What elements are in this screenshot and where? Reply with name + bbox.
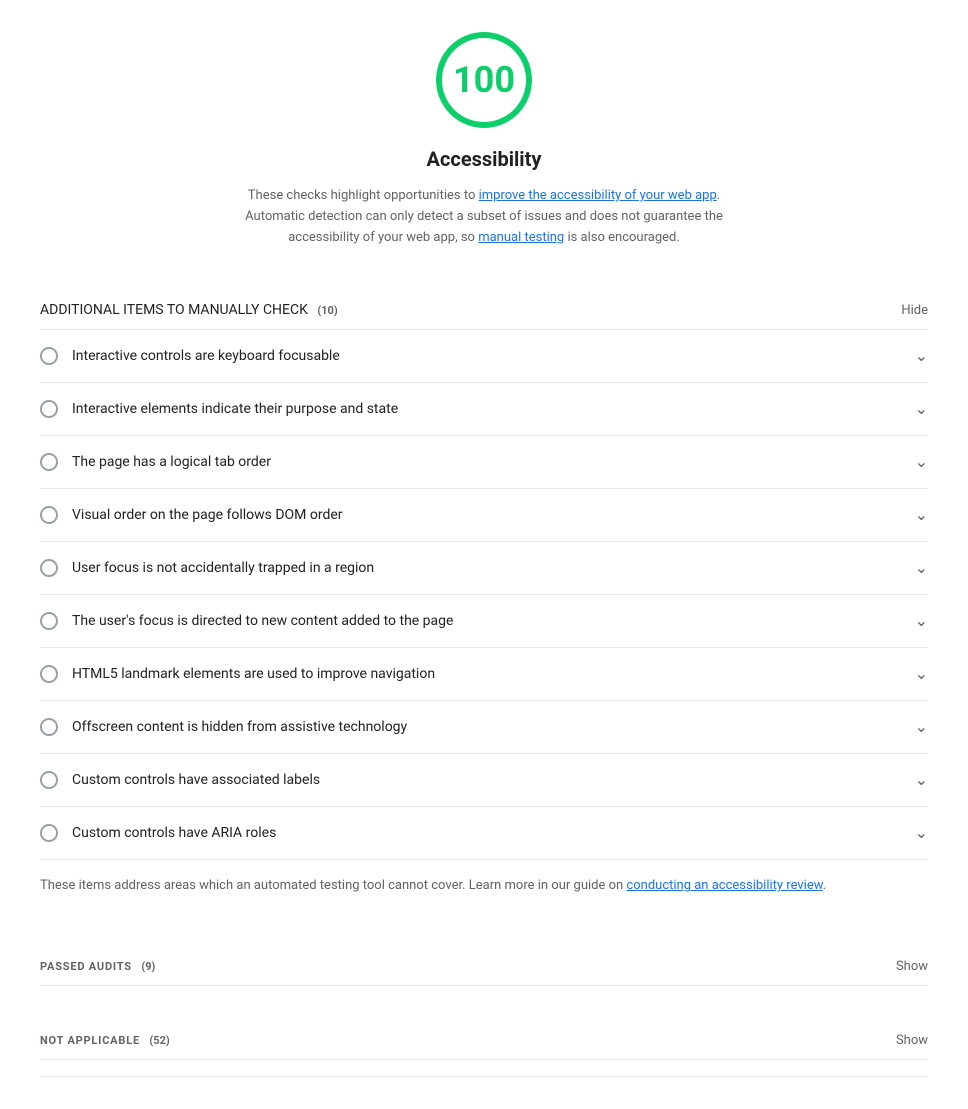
audit-item-offscreen-content-hidden[interactable]: Offscreen content is hidden from assisti…: [40, 701, 928, 754]
chevron-down-icon-interactive-element-affordance: ⌄: [915, 397, 928, 421]
audit-status-icon-offscreen-content-hidden: [40, 718, 58, 736]
manual-check-toggle[interactable]: Hide: [901, 303, 928, 318]
audit-status-icon-custom-controls-roles: [40, 824, 58, 842]
audit-item-custom-controls-labels[interactable]: Custom controls have associated labels ⌄: [40, 754, 928, 807]
page-container: 100 Accessibility These checks highlight…: [0, 0, 968, 1109]
score-description: These checks highlight opportunities to …: [234, 186, 734, 248]
audit-label-custom-controls-labels: Custom controls have associated labels: [72, 770, 903, 791]
manual-check-note-prefix: These items address areas which an autom…: [40, 878, 626, 893]
chevron-down-icon-custom-controls-roles: ⌄: [915, 821, 928, 845]
audit-label-custom-controls-roles: Custom controls have ARIA roles: [72, 823, 903, 844]
score-title: Accessibility: [427, 144, 542, 174]
improve-accessibility-link[interactable]: improve the accessibility of your web ap…: [479, 188, 717, 203]
passed-audits-section: PASSED AUDITS (9) Show: [40, 944, 928, 986]
accessibility-review-link[interactable]: conducting an accessibility review: [626, 878, 822, 893]
audit-label-managed-focus: The user's focus is directed to new cont…: [72, 611, 903, 632]
audit-label-keyboard-focusable: Interactive controls are keyboard focusa…: [72, 346, 903, 367]
score-circle: 100: [436, 32, 532, 128]
chevron-down-icon-keyboard-focusable: ⌄: [915, 344, 928, 368]
bottom-divider: [40, 1076, 928, 1077]
audit-item-logical-tab-order[interactable]: The page has a logical tab order ⌄: [40, 436, 928, 489]
chevron-down-icon-logical-tab-order: ⌄: [915, 450, 928, 474]
passed-audits-toggle[interactable]: Show: [896, 959, 928, 974]
audit-status-icon-visual-order-follows-dom: [40, 506, 58, 524]
chevron-down-icon-custom-controls-labels: ⌄: [915, 768, 928, 792]
audit-item-interactive-element-affordance[interactable]: Interactive elements indicate their purp…: [40, 383, 928, 436]
audit-status-icon-keyboard-focusable: [40, 347, 58, 365]
audit-label-use-landmarks: HTML5 landmark elements are used to impr…: [72, 664, 903, 685]
audit-item-visual-order-follows-dom[interactable]: Visual order on the page follows DOM ord…: [40, 489, 928, 542]
chevron-down-icon-offscreen-content-hidden: ⌄: [915, 715, 928, 739]
audit-item-focus-traps[interactable]: User focus is not accidentally trapped i…: [40, 542, 928, 595]
manual-check-note: These items address areas which an autom…: [40, 860, 928, 912]
not-applicable-title: NOT APPLICABLE: [40, 1034, 140, 1047]
description-prefix: These checks highlight opportunities to: [248, 188, 479, 203]
passed-audits-count: (9): [141, 960, 155, 973]
manual-testing-link[interactable]: manual testing: [478, 230, 564, 245]
audit-status-icon-focus-traps: [40, 559, 58, 577]
audit-label-logical-tab-order: The page has a logical tab order: [72, 452, 903, 473]
audit-status-icon-use-landmarks: [40, 665, 58, 683]
chevron-down-icon-visual-order-follows-dom: ⌄: [915, 503, 928, 527]
passed-audits-header: PASSED AUDITS (9) Show: [40, 944, 928, 986]
manual-check-title-text: ADDITIONAL ITEMS TO MANUALLY CHECK: [40, 302, 308, 318]
chevron-down-icon-focus-traps: ⌄: [915, 556, 928, 580]
audit-item-custom-controls-roles[interactable]: Custom controls have ARIA roles ⌄: [40, 807, 928, 859]
passed-audits-title-wrapper: PASSED AUDITS (9): [40, 956, 155, 977]
chevron-down-icon-use-landmarks: ⌄: [915, 662, 928, 686]
audit-item-keyboard-focusable[interactable]: Interactive controls are keyboard focusa…: [40, 330, 928, 383]
audit-status-icon-managed-focus: [40, 612, 58, 630]
not-applicable-count: (52): [149, 1034, 169, 1047]
score-section: 100 Accessibility These checks highlight…: [40, 32, 928, 248]
audit-item-managed-focus[interactable]: The user's focus is directed to new cont…: [40, 595, 928, 648]
not-applicable-toggle[interactable]: Show: [896, 1033, 928, 1048]
chevron-down-icon-managed-focus: ⌄: [915, 609, 928, 633]
audit-list: Interactive controls are keyboard focusa…: [40, 330, 928, 860]
audit-item-use-landmarks[interactable]: HTML5 landmark elements are used to impr…: [40, 648, 928, 701]
manual-check-count: (10): [317, 304, 337, 317]
manual-check-section-header: ADDITIONAL ITEMS TO MANUALLY CHECK (10) …: [40, 288, 928, 330]
not-applicable-title-wrapper: NOT APPLICABLE (52): [40, 1030, 170, 1051]
description-suffix: is also encouraged.: [564, 230, 680, 245]
audit-label-offscreen-content-hidden: Offscreen content is hidden from assisti…: [72, 717, 903, 738]
audit-status-icon-logical-tab-order: [40, 453, 58, 471]
score-value: 100: [453, 53, 515, 107]
audit-label-visual-order-follows-dom: Visual order on the page follows DOM ord…: [72, 505, 903, 526]
manual-check-section-title: ADDITIONAL ITEMS TO MANUALLY CHECK (10): [40, 300, 338, 321]
audit-label-focus-traps: User focus is not accidentally trapped i…: [72, 558, 903, 579]
manual-check-note-suffix: .: [823, 878, 826, 893]
audit-label-interactive-element-affordance: Interactive elements indicate their purp…: [72, 399, 903, 420]
not-applicable-section: NOT APPLICABLE (52) Show: [40, 1018, 928, 1060]
not-applicable-header: NOT APPLICABLE (52) Show: [40, 1018, 928, 1060]
passed-audits-title: PASSED AUDITS: [40, 960, 132, 973]
audit-status-icon-interactive-element-affordance: [40, 400, 58, 418]
audit-status-icon-custom-controls-labels: [40, 771, 58, 789]
